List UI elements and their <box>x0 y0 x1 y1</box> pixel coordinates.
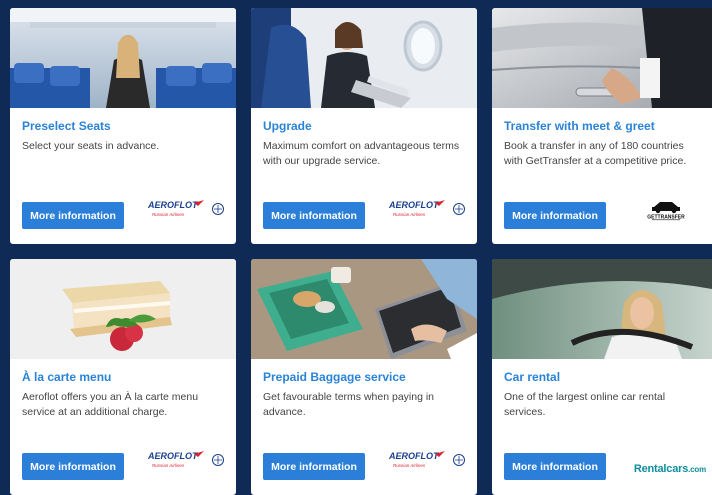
card-description: One of the largest online car rental ser… <box>504 391 666 418</box>
card-description: Maximum comfort on advantageous terms wi… <box>263 140 460 167</box>
gettransfer-logo: GETTRANSFER <box>646 199 686 226</box>
aeroflot-logo: AEROFLOT Russian Airlines <box>147 197 226 226</box>
service-card-upgrade: Upgrade Maximum comfort on advantageous … <box>251 8 477 244</box>
aeroflot-logo: AEROFLOT Russian Airlines <box>388 197 467 226</box>
more-information-button[interactable]: More information <box>22 453 124 480</box>
more-information-button[interactable]: More information <box>504 453 606 480</box>
more-information-button[interactable]: More information <box>22 202 124 229</box>
svg-text:AEROFLOT: AEROFLOT <box>389 200 440 210</box>
service-card-car-rental: Car rental One of the largest online car… <box>492 259 712 495</box>
more-information-button[interactable]: More information <box>504 202 606 229</box>
service-card-prepaid-baggage: Prepaid Baggage service Get favourable t… <box>251 259 477 495</box>
airplane-cabin-image <box>10 8 236 108</box>
card-title: Transfer with meet & greet <box>504 119 655 133</box>
service-card-a-la-carte-menu: À la carte menu Aeroflot offers you an À… <box>10 259 236 495</box>
svg-text:AEROFLOT: AEROFLOT <box>148 451 199 461</box>
svg-text:Russian Airlines: Russian Airlines <box>152 212 185 217</box>
more-information-button[interactable]: More information <box>263 453 365 480</box>
svg-text:Russian Airlines: Russian Airlines <box>152 463 185 468</box>
card-title: Preselect Seats <box>22 119 111 133</box>
svg-text:AEROFLOT: AEROFLOT <box>389 451 440 461</box>
card-title: À la carte menu <box>22 370 112 384</box>
card-description: Aeroflot offers you an À la carte menu s… <box>22 391 199 418</box>
woman-driving-image <box>492 259 712 359</box>
dessert-image <box>10 259 236 359</box>
card-title: Car rental <box>504 370 561 384</box>
aeroflot-logo: AEROFLOT Russian Airlines <box>388 448 467 477</box>
svg-text:Russian Airlines: Russian Airlines <box>393 463 426 468</box>
card-title: Prepaid Baggage service <box>263 370 406 384</box>
business-class-passenger-image <box>251 8 477 108</box>
rentalcars-logo: Rentalcars.com <box>633 463 706 475</box>
service-card-transfer: Transfer with meet & greet Book a transf… <box>492 8 712 244</box>
card-description: Get favourable terms when paying in adva… <box>263 391 435 418</box>
svg-text:Russian Airlines: Russian Airlines <box>393 212 426 217</box>
svg-text:AEROFLOT: AEROFLOT <box>148 200 199 210</box>
card-description: Select your seats in advance. <box>22 140 160 152</box>
more-information-button[interactable]: More information <box>263 202 365 229</box>
baggage-laptop-image <box>251 259 477 359</box>
card-description: Book a transfer in any of 180 countries … <box>504 140 687 167</box>
card-title: Upgrade <box>263 119 312 133</box>
service-card-preselect-seats: Preselect Seats Select your seats in adv… <box>10 8 236 244</box>
car-door-image <box>492 8 712 108</box>
aeroflot-logo: AEROFLOT Russian Airlines <box>147 448 226 477</box>
